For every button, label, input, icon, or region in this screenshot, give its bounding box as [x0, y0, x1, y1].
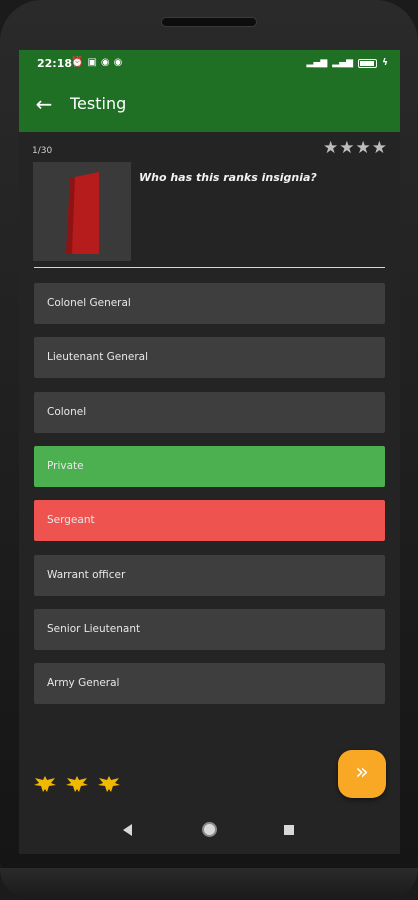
- vpn-icon: ◉: [113, 57, 123, 68]
- double-chevron-right-icon: »: [355, 760, 369, 785]
- battery-icon: [358, 58, 378, 68]
- lives-indicator: [33, 774, 121, 794]
- eagle-emblem-icon: [34, 776, 56, 792]
- eagle-emblem-icon: [66, 776, 88, 792]
- answer-button[interactable]: Colonel: [34, 392, 385, 433]
- question-counter: 1/30: [32, 146, 53, 156]
- answer-button-wrong[interactable]: Sergeant: [34, 500, 385, 541]
- signal-icon-2: ▂▄▆: [332, 58, 354, 68]
- screen: 22:18 ⏰ ▣ ◉ ◉ ▂▄▆ ▂▄▆ ϟ ← Testing 1/30 ★…: [19, 50, 400, 854]
- answer-button[interactable]: Warrant officer: [34, 555, 385, 596]
- star-icon: ★: [339, 138, 355, 158]
- answer-button-correct[interactable]: Private: [34, 446, 385, 487]
- arrow-left-icon[interactable]: ←: [31, 91, 57, 117]
- nav-back-icon[interactable]: [123, 824, 132, 836]
- message-icon: ▣: [87, 57, 97, 68]
- nav-recents-icon[interactable]: [284, 825, 294, 835]
- next-question-button[interactable]: »: [338, 750, 386, 798]
- status-time: 22:18: [37, 57, 73, 70]
- phone-frame: 22:18 ⏰ ▣ ◉ ◉ ▂▄▆ ▂▄▆ ϟ ← Testing 1/30 ★…: [0, 0, 418, 900]
- status-bar: 22:18 ⏰ ▣ ◉ ◉ ▂▄▆ ▂▄▆ ϟ: [19, 50, 400, 78]
- eagle-emblem-icon: [98, 776, 120, 792]
- app-bar: ← Testing: [19, 78, 400, 132]
- star-rating: ★ ★ ★ ★: [323, 140, 387, 157]
- status-system-icons: ▂▄▆ ▂▄▆ ϟ: [307, 58, 388, 68]
- status-notification-icons: ⏰ ▣ ◉ ◉: [71, 57, 122, 68]
- sync-icon: ◉: [100, 57, 110, 68]
- answer-button[interactable]: Senior Lieutenant: [34, 609, 385, 650]
- answer-button[interactable]: Lieutenant General: [34, 337, 385, 378]
- alarm-icon: ⏰: [71, 57, 84, 68]
- nav-home-icon[interactable]: [202, 822, 217, 837]
- answer-button[interactable]: Colonel General: [34, 283, 385, 324]
- page-title: Testing: [70, 94, 127, 113]
- signal-icon: ▂▄▆: [306, 58, 328, 68]
- insignia-image: [33, 162, 131, 261]
- answer-button[interactable]: Army General: [34, 663, 385, 704]
- star-icon: ★: [371, 138, 387, 158]
- phone-bottom-bezel: [0, 868, 418, 900]
- star-icon: ★: [355, 138, 371, 158]
- divider: [34, 267, 385, 268]
- insignia-strap-icon: [66, 172, 99, 254]
- earpiece-speaker: [161, 17, 257, 27]
- question-text: Who has this ranks insignia?: [139, 171, 317, 184]
- star-icon: ★: [323, 138, 339, 158]
- charging-icon: ϟ: [382, 58, 388, 68]
- system-navigation-bar: [19, 810, 400, 854]
